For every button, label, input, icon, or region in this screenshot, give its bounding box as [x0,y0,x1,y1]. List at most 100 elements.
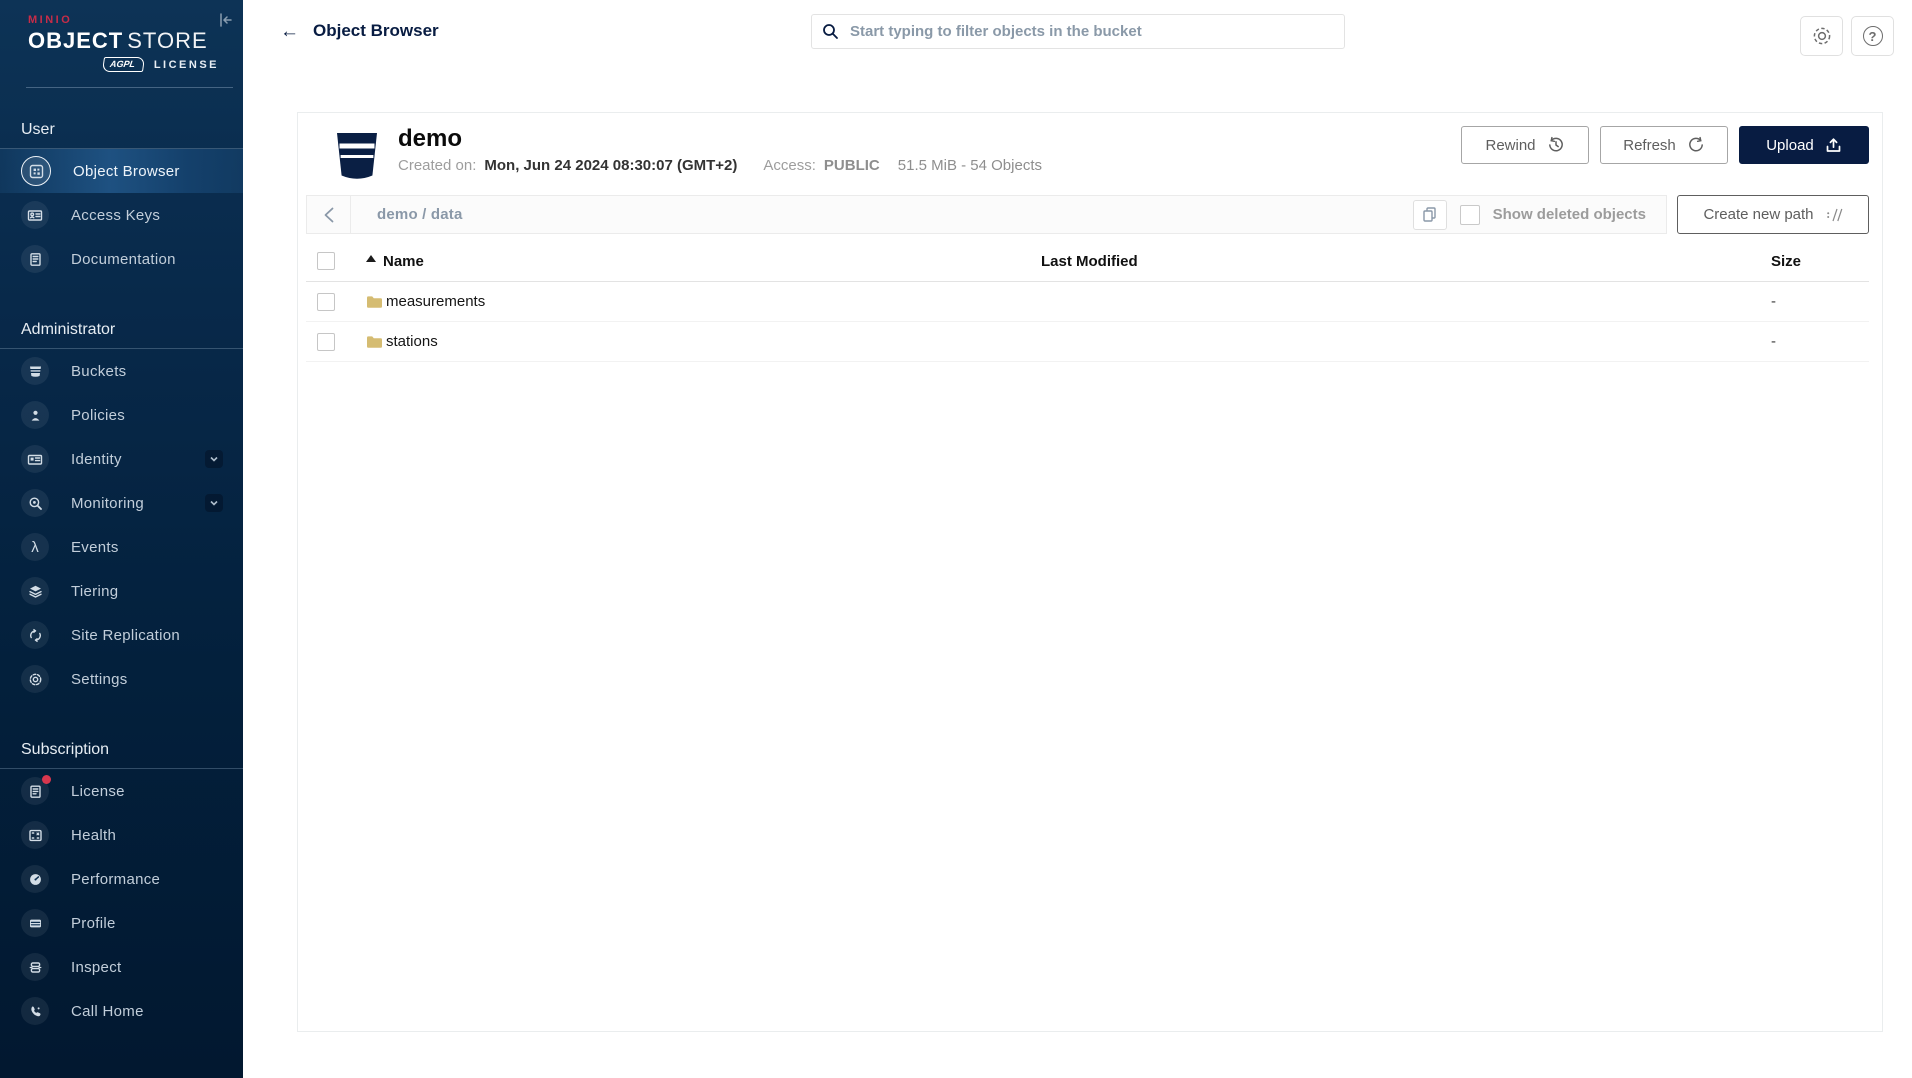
access-keys-icon [21,201,49,229]
sidebar-item-identity[interactable]: Identity [0,437,243,481]
table-row[interactable]: measurements - [306,282,1869,322]
sidebar-item-performance[interactable]: Performance [0,857,243,901]
sidebar-item-label: Health [71,827,116,844]
bucket-header: demo Created on: Mon, Jun 24 2024 08:30:… [298,113,1882,185]
topbar: ← Object Browser ? [243,0,1912,62]
refresh-icon [1687,136,1705,154]
back-arrow-icon: ← [280,22,299,41]
column-header-size[interactable]: Size [1771,244,1869,282]
show-deleted-checkbox[interactable] [1460,205,1480,225]
row-checkbox[interactable] [317,333,335,351]
search-input[interactable] [848,22,1334,41]
monitoring-icon [21,489,49,517]
sidebar-item-label: Documentation [71,251,176,268]
main-area: ← Object Browser ? demo Created o [243,0,1912,1078]
performance-icon [21,865,49,893]
sidebar-item-call-home[interactable]: Call Home [0,989,243,1033]
select-all-checkbox[interactable] [317,252,335,270]
object-size: - [1771,333,1776,350]
object-name: measurements [386,293,485,310]
help-button[interactable]: ? [1851,16,1894,56]
sort-asc-icon [366,255,376,262]
tiering-icon [21,577,49,605]
sidebar-item-label: Tiering [71,583,118,600]
site-replication-icon [21,621,49,649]
bucket-icon [334,129,380,185]
divider [26,87,233,88]
sidebar-item-health[interactable]: Health [0,813,243,857]
upload-icon [1825,137,1842,154]
settings-icon [21,665,49,693]
profile-icon [21,909,49,937]
rewind-icon [1547,136,1565,154]
object-link[interactable]: stations [366,333,1041,350]
sidebar-item-site-replication[interactable]: Site Replication [0,613,243,657]
breadcrumb-bar: demo / data Show deleted objects [306,195,1667,234]
call-home-icon [21,997,49,1025]
upload-button[interactable]: Upload [1739,126,1869,164]
chevron-down-icon[interactable] [205,494,223,512]
copy-path-button[interactable] [1413,200,1447,230]
sidebar-item-inspect[interactable]: Inspect [0,945,243,989]
refresh-button[interactable]: Refresh [1600,126,1728,164]
browser-bar: demo / data Show deleted objects Create … [306,195,1869,234]
page-title: Object Browser [313,21,439,41]
rewind-button[interactable]: Rewind [1461,126,1589,164]
bucket-name: demo [398,126,1042,152]
sidebar-item-label: Policies [71,407,125,424]
sidebar-item-documentation[interactable]: Documentation [0,237,243,281]
chevron-left-icon [322,206,336,224]
column-header-name[interactable]: Name [366,244,1041,282]
sidebar-item-label: Monitoring [71,495,144,512]
breadcrumb[interactable]: demo / data [377,206,463,223]
new-path-icon [1826,208,1843,222]
sidebar: MINIO OBJECTSTORE AGPL LICENSE User Obje… [0,0,243,1078]
sidebar-item-events[interactable]: λ Events [0,525,243,569]
sidebar-section-user: User [0,121,243,149]
objects-table: Name Last Modified Size measurements [306,244,1869,362]
sidebar-item-monitoring[interactable]: Monitoring [0,481,243,525]
access-value[interactable]: PUBLIC [824,157,880,174]
rewind-label: Rewind [1485,137,1535,154]
sidebar-item-label: Object Browser [73,163,180,180]
sidebar-item-label: Identity [71,451,122,468]
identity-icon [21,445,49,473]
create-path-label: Create new path [1703,206,1813,223]
product-wordmark: OBJECTSTORE [28,28,233,54]
sidebar-item-label: Site Replication [71,627,180,644]
refresh-label: Refresh [1623,137,1676,154]
topbar-utilities: ? [1800,16,1894,56]
sidebar-item-tiering[interactable]: Tiering [0,569,243,613]
app-logo: MINIO OBJECTSTORE AGPL LICENSE [0,0,243,87]
sidebar-item-access-keys[interactable]: Access Keys [0,193,243,237]
page-back-button[interactable]: ← Object Browser [280,21,439,41]
upload-label: Upload [1766,137,1814,154]
sidebar-item-label: Settings [71,671,128,688]
agpl-badge: AGPL [102,57,145,72]
search-icon [822,23,839,40]
chevron-down-icon[interactable] [205,450,223,468]
sidebar-item-object-browser[interactable]: Object Browser [0,149,243,193]
sidebar-collapse-icon[interactable] [215,10,235,30]
settings-gear-button[interactable] [1800,16,1843,56]
row-checkbox[interactable] [317,293,335,311]
breadcrumb-back-button[interactable] [307,196,351,233]
create-new-path-button[interactable]: Create new path [1677,195,1869,234]
column-header-last-modified[interactable]: Last Modified [1041,244,1771,282]
table-row[interactable]: stations - [306,322,1869,362]
object-link[interactable]: measurements [366,293,1041,310]
bucket-actions: Rewind Refresh Upload [1461,126,1869,185]
sidebar-item-policies[interactable]: Policies [0,393,243,437]
created-value: Mon, Jun 24 2024 08:30:07 (GMT+2) [484,157,737,174]
policies-icon [21,401,49,429]
folder-icon [366,335,383,349]
sidebar-item-buckets[interactable]: Buckets [0,349,243,393]
sidebar-item-settings[interactable]: Settings [0,657,243,701]
copy-icon [1422,206,1437,223]
minio-wordmark: MINIO [28,14,233,26]
object-browser-icon [21,156,51,186]
sidebar-item-license[interactable]: License [0,769,243,813]
sidebar-section-administrator: Administrator [0,321,243,349]
created-label: Created on: [398,157,476,174]
sidebar-item-profile[interactable]: Profile [0,901,243,945]
